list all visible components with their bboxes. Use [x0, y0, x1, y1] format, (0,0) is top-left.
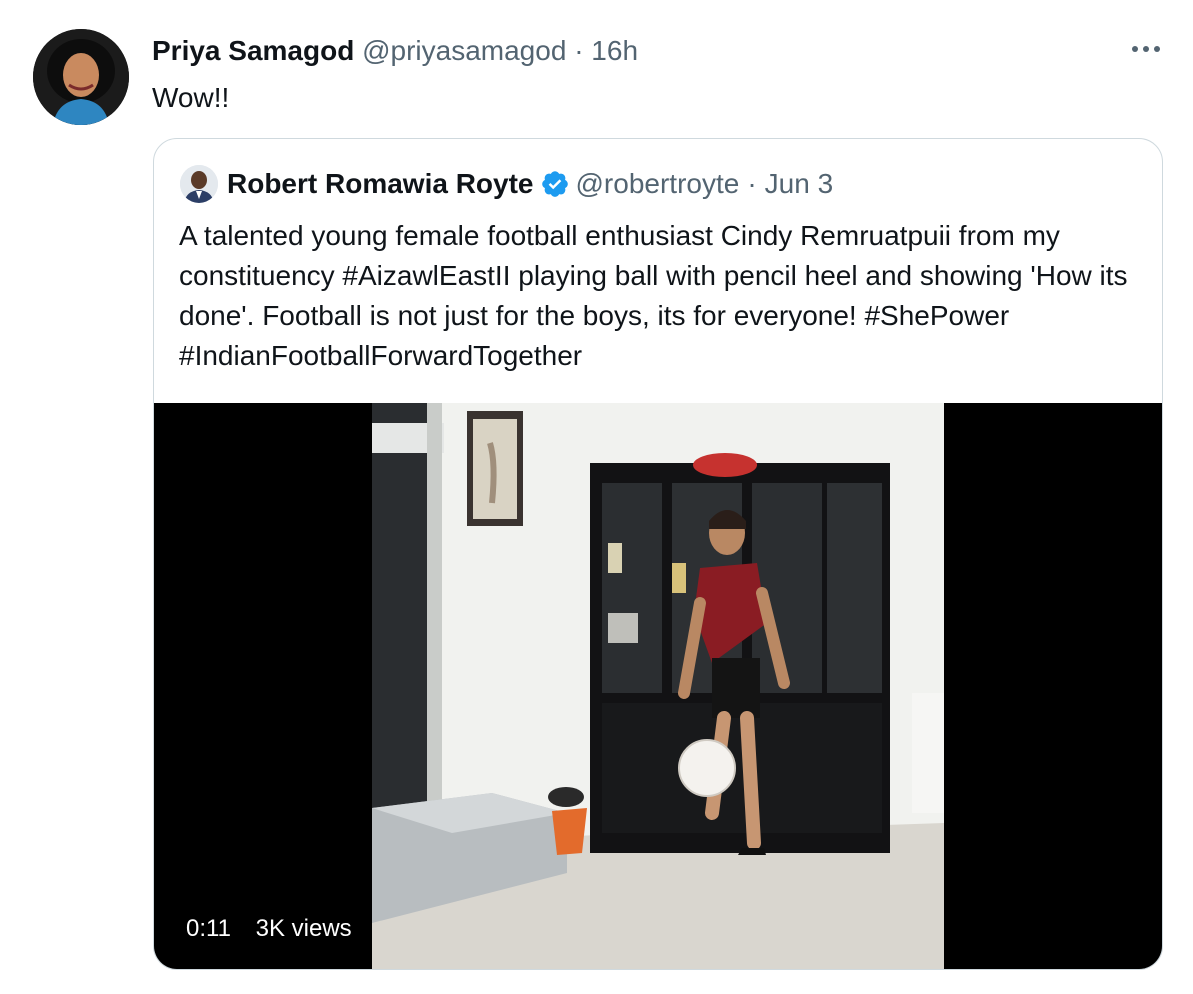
video-meta: 0:11 3K views — [186, 915, 370, 943]
avatar[interactable] — [33, 29, 129, 125]
verified-badge-icon — [540, 169, 570, 199]
tweet[interactable]: Priya Samagod @priyasamagod · 16h Wow!! … — [0, 0, 1193, 994]
more-dot — [1154, 46, 1160, 52]
tweet-text: Wow!! — [152, 82, 230, 113]
quoted-avatar[interactable] — [180, 165, 218, 203]
video-duration: 0:11 — [186, 915, 231, 942]
more-options-button[interactable] — [1126, 34, 1166, 64]
separator: · — [574, 35, 584, 66]
quoted-author-name[interactable]: Robert Romawia Royte — [227, 166, 534, 202]
timestamp[interactable]: 16h — [591, 35, 638, 66]
separator: · — [747, 168, 757, 199]
video-frame[interactable] — [372, 403, 944, 969]
more-dot — [1143, 46, 1149, 52]
author-name[interactable]: Priya Samagod — [152, 35, 354, 66]
tweet-header: Priya Samagod @priyasamagod · 16h — [152, 33, 638, 69]
quoted-header: Robert Romawia Royte @robertroyte · Jun … — [227, 166, 833, 202]
quoted-timestamp[interactable]: Jun 3 — [765, 166, 834, 202]
video-views: 3K views — [255, 915, 352, 942]
video-player[interactable]: 0:11 3K views — [154, 403, 1162, 969]
author-handle[interactable]: @priyasamagod — [362, 35, 566, 66]
more-horizontal-icon — [1132, 46, 1138, 52]
quoted-text: A talented young female football enthusi… — [179, 220, 1128, 371]
quoted-tweet[interactable]: Robert Romawia Royte @robertroyte · Jun … — [153, 138, 1163, 970]
quoted-handle[interactable]: @robertroyte — [576, 166, 740, 202]
